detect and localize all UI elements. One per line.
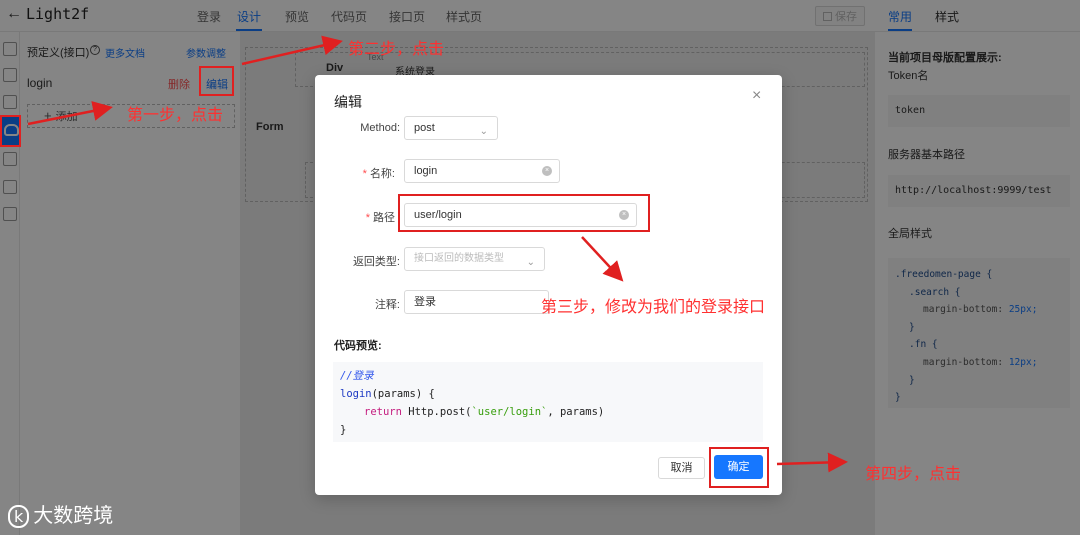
- arrow-step4: [776, 452, 848, 473]
- annotation-step3: 第三步，修改为我们的登录接口: [541, 299, 766, 316]
- arrow-step3: [581, 236, 624, 282]
- annotation-arrows: [27, 35, 848, 473]
- annotation-step4: 第四步，点击: [865, 466, 962, 483]
- watermark-logo: k: [8, 505, 30, 528]
- watermark: k 大数跨境: [8, 499, 113, 528]
- arrow-step2: [241, 35, 343, 66]
- watermark-text: 大数跨境: [33, 505, 114, 527]
- arrow-step1: [27, 101, 113, 126]
- annotation-step2: 第二步，点击: [348, 41, 445, 58]
- annotation-step1: 第一步，点击: [127, 107, 224, 124]
